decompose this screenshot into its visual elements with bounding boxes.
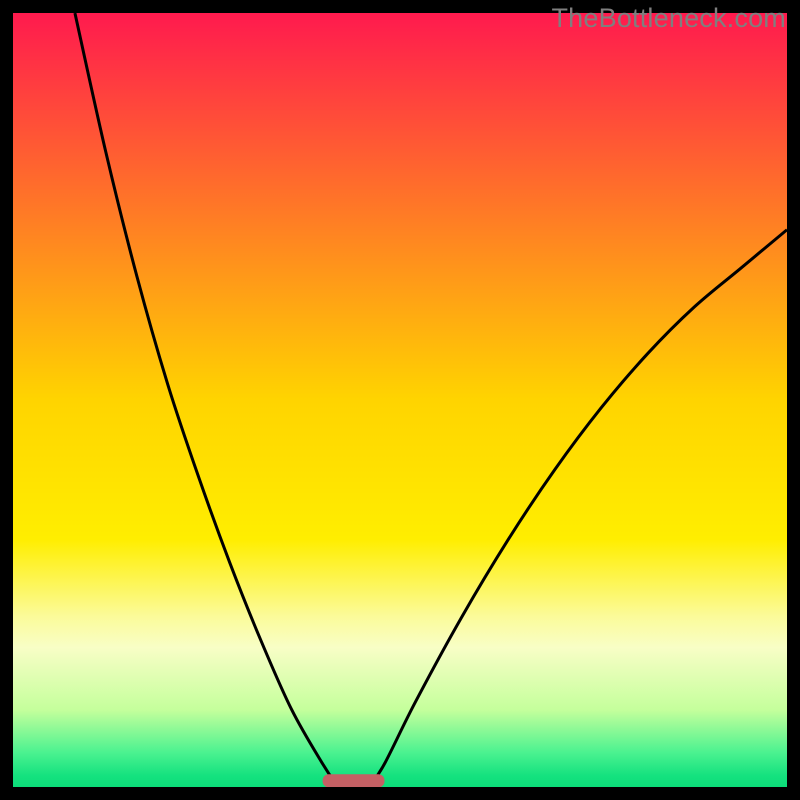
chart-background <box>13 13 787 787</box>
chart-frame <box>13 13 787 787</box>
optimal-range-marker <box>323 774 385 787</box>
chart-svg <box>13 13 787 787</box>
watermark-text: TheBottleneck.com <box>551 3 786 34</box>
